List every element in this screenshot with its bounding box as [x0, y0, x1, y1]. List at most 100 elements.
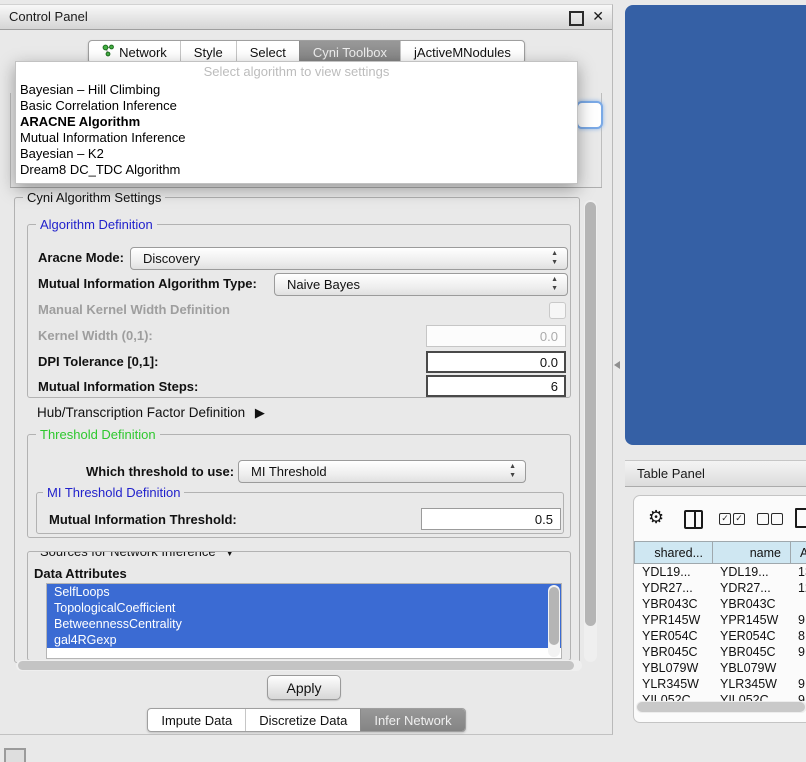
expanded-arrow-icon: ▼	[224, 551, 235, 561]
column-header-clipped[interactable]: A	[790, 541, 806, 564]
spinner-icon: ▲▼	[551, 275, 558, 293]
spinner-icon: ▲▼	[509, 462, 516, 480]
dropdown-option[interactable]: Mutual Information Inference	[16, 130, 577, 146]
deselect-checkbox-icon[interactable]	[757, 513, 769, 525]
threshold-definition-legend: Threshold Definition	[36, 427, 160, 442]
list-vertical-scrollbar[interactable]	[548, 585, 560, 657]
deselect-checkbox-icon[interactable]	[771, 513, 783, 525]
mi-steps-label: Mutual Information Steps:	[38, 379, 198, 395]
which-threshold-combo[interactable]: MI Threshold ▲▼	[238, 460, 526, 483]
sources-group: Sources for Network Inference ▼ Data Att…	[27, 551, 571, 661]
aracne-mode-value: Discovery	[143, 251, 200, 266]
gear-icon[interactable]: ⚙	[648, 507, 664, 528]
tab-label: Select	[250, 45, 286, 60]
panel-divider-arrow[interactable]	[614, 361, 620, 369]
mi-threshold-group: MI Threshold Definition Mutual Informati…	[36, 492, 564, 534]
tab-cyni-toolbox[interactable]: Cyni Toolbox	[299, 41, 400, 63]
dropdown-placeholder: Select algorithm to view settings	[16, 62, 577, 82]
dropdown-option[interactable]: Bayesian – K2	[16, 146, 577, 162]
sources-legend[interactable]: Sources for Network Inference ▼	[36, 551, 239, 561]
manual-kernel-label: Manual Kernel Width Definition	[38, 302, 230, 318]
tab-discretize-data[interactable]: Discretize Data	[245, 709, 360, 731]
document-icon[interactable]	[795, 508, 806, 528]
occluded-groupbox-edge	[10, 187, 602, 188]
manual-kernel-checkbox[interactable]	[549, 302, 566, 319]
tab-style[interactable]: Style	[180, 41, 236, 63]
kernel-width-label: Kernel Width (0,1):	[38, 328, 153, 344]
sources-legend-label: Sources for Network Inference	[40, 551, 216, 559]
column-header-shared-name[interactable]: shared...	[634, 541, 713, 564]
mi-algo-type-combo[interactable]: Naive Bayes ▲▼	[274, 273, 568, 296]
tool-panel-mini-icon[interactable]	[4, 748, 26, 762]
mi-algo-type-label: Mutual Information Algorithm Type:	[38, 276, 257, 292]
dropdown-option[interactable]: Bayesian – Hill Climbing	[16, 82, 577, 98]
settings-horizontal-scrollbar[interactable]	[16, 660, 582, 671]
data-attributes-label: Data Attributes	[34, 566, 127, 582]
hub-definition-toggle[interactable]: Hub/Transcription Factor Definition ▶	[37, 405, 265, 421]
mi-steps-field[interactable]	[426, 375, 566, 397]
control-panel-title: Control Panel	[9, 9, 88, 24]
algorithm-definition-group: Algorithm Definition Aracne Mode: Discov…	[27, 224, 571, 398]
mi-algo-type-value: Naive Bayes	[287, 277, 360, 292]
list-item[interactable]: BetweennessCentrality	[47, 616, 561, 632]
table-panel-titlebar: Table Panel	[625, 460, 806, 487]
table-panel-title: Table Panel	[637, 466, 705, 481]
column-header-name[interactable]: name	[712, 541, 791, 564]
network-icon	[102, 44, 114, 60]
settings-vertical-scrollbar[interactable]	[584, 200, 597, 662]
hub-definition-label: Hub/Transcription Factor Definition	[37, 405, 245, 420]
tab-select[interactable]: Select	[236, 41, 299, 63]
cyni-bottom-tabbar: Impute Data Discretize Data Infer Networ…	[0, 708, 613, 732]
table-horizontal-scrollbar[interactable]	[636, 701, 806, 713]
dpi-tolerance-label: DPI Tolerance [0,1]:	[38, 354, 158, 370]
tab-label: Infer Network	[374, 713, 451, 728]
occluded-groupbox-edge	[10, 93, 11, 187]
tab-label: Style	[194, 45, 223, 60]
which-threshold-label: Which threshold to use:	[86, 464, 234, 480]
select-all-checkbox-icon[interactable]: ✓	[719, 513, 731, 525]
mi-threshold-field[interactable]	[421, 508, 561, 530]
list-item[interactable]: SelfLoops	[47, 584, 561, 600]
select-all-checkbox-icon[interactable]: ✓	[733, 513, 745, 525]
dropdown-option[interactable]: Basic Correlation Inference	[16, 98, 577, 114]
table-panel-body: ⚙ ✓ ✓ shared... name A YDL19...YDL19...1…	[633, 495, 806, 723]
data-attributes-list: SelfLoops TopologicalCoefficient Between…	[46, 583, 562, 659]
occluded-focused-combo	[576, 101, 603, 129]
collapsed-arrow-icon: ▶	[255, 405, 265, 421]
mi-threshold-label: Mutual Information Threshold:	[49, 512, 237, 528]
tab-infer-network[interactable]: Infer Network	[360, 709, 464, 731]
aracne-mode-combo[interactable]: Discovery ▲▼	[130, 247, 568, 270]
screen: Control Panel ✕ Networ	[0, 0, 806, 762]
dpi-tolerance-field[interactable]	[426, 351, 566, 373]
aracne-mode-label: Aracne Mode:	[38, 250, 124, 266]
tab-impute-data[interactable]: Impute Data	[148, 709, 245, 731]
dropdown-option[interactable]: Dream8 DC_TDC Algorithm	[16, 162, 577, 178]
table-header-row: shared... name A	[634, 541, 806, 564]
float-window-icon[interactable]	[569, 11, 584, 26]
tab-network[interactable]: Network	[89, 41, 180, 63]
list-item[interactable]: gal4RGexp	[47, 632, 561, 648]
tab-label: Cyni Toolbox	[313, 45, 387, 60]
close-icon[interactable]: ✕	[592, 8, 604, 25]
kernel-width-field[interactable]	[426, 325, 566, 347]
table-rows: YDL19...YDL19...13 YDR27...YDR27...12 YB…	[634, 564, 806, 701]
tab-jactivemnodules[interactable]: jActiveMNodules	[400, 41, 524, 63]
spinner-icon: ▲▼	[551, 249, 558, 267]
control-panel-titlebar: Control Panel ✕	[0, 5, 612, 30]
threshold-definition-group: Threshold Definition Which threshold to …	[27, 434, 571, 538]
tab-label: Network	[119, 45, 167, 60]
tab-label: jActiveMNodules	[414, 45, 511, 60]
algorithm-definition-legend: Algorithm Definition	[36, 217, 157, 232]
dropdown-option-selected[interactable]: ARACNE Algorithm	[16, 114, 577, 130]
column-layout-icon[interactable]	[684, 510, 703, 529]
tab-label: Impute Data	[161, 713, 232, 728]
apply-button-label: Apply	[286, 680, 321, 696]
network-view-frame: GAL GAL80 GAL10 GAL1 SWI4 GAL11 GAL4 GCY…	[625, 5, 806, 445]
mi-threshold-legend: MI Threshold Definition	[43, 485, 184, 500]
control-panel-window: Control Panel ✕ Networ	[0, 4, 613, 735]
which-threshold-value: MI Threshold	[251, 464, 327, 479]
cyni-algorithm-settings-group: Cyni Algorithm Settings Algorithm Defini…	[14, 197, 580, 663]
list-item[interactable]: TopologicalCoefficient	[47, 600, 561, 616]
apply-button[interactable]: Apply	[267, 675, 341, 700]
tab-label: Discretize Data	[259, 713, 347, 728]
